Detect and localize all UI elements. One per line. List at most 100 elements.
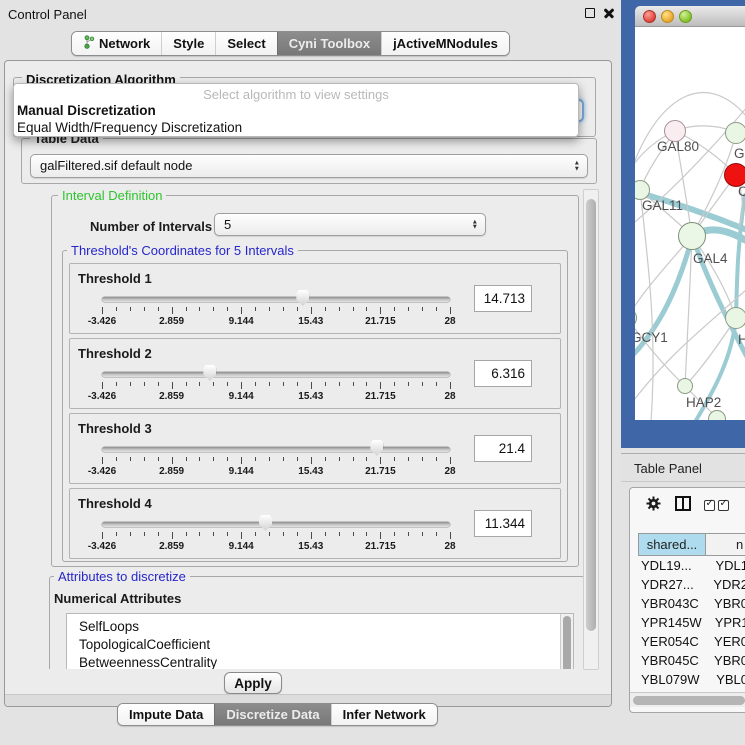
minimize-traffic-light[interactable] [661, 10, 674, 23]
attribute-list-item[interactable]: TopologicalCoefficient [67, 636, 573, 654]
interval-definition-group: Interval Definition Number of Intervals … [51, 195, 579, 567]
scrollbar-thumb[interactable] [633, 696, 745, 705]
checkbox-checked-icon[interactable] [718, 500, 729, 511]
table-cell-shared-name: YDL19... [638, 558, 702, 573]
table-panel-header: Table Panel [621, 453, 745, 482]
tick-label: -3.426 [88, 391, 116, 402]
thresholds-group: Threshold's Coordinates for 5 Intervals … [62, 250, 568, 562]
threshold-value-field[interactable] [474, 435, 532, 462]
scrollbar-thumb[interactable] [563, 616, 571, 669]
table-cell-shared-name: YBL079W [638, 672, 703, 687]
number-of-intervals-value: 5 [224, 217, 231, 232]
network-node[interactable] [678, 222, 706, 250]
slider-thumb[interactable] [296, 290, 309, 306]
table-cell-shared-name: YER054C [638, 634, 701, 649]
tab-style[interactable]: Style [161, 32, 215, 55]
attributes-group-title: Attributes to discretize [54, 569, 190, 584]
threshold-row: Threshold 2-3.4262.8599.14415.4321.71528 [69, 338, 561, 409]
table-row[interactable]: YBR045CYBR0 [638, 651, 745, 670]
algorithm-option-equal-width[interactable]: Equal Width/Frequency Discretization [14, 119, 578, 136]
tab-cyni-toolbox[interactable]: Cyni Toolbox [277, 32, 381, 55]
gear-icon[interactable] [645, 495, 662, 515]
network-window-frame: GAL80GCGAL11GAL4GCY1HHAP2 [621, 0, 745, 448]
network-window-titlebar[interactable] [635, 6, 745, 27]
tick-label: 2.859 [159, 466, 184, 477]
network-node[interactable] [725, 307, 745, 329]
close-panel-icon[interactable] [603, 7, 615, 19]
attributes-group: Attributes to discretize Numerical Attri… [49, 576, 583, 669]
tab-infer-network[interactable]: Infer Network [331, 704, 437, 725]
tab-impute-data[interactable]: Impute Data [118, 704, 214, 725]
scrollbar-thumb[interactable] [586, 199, 596, 631]
slider-thumb[interactable] [203, 365, 216, 381]
numerical-attributes-list[interactable]: SelfLoopsTopologicalCoefficientBetweenne… [66, 613, 574, 669]
apply-button[interactable]: Apply [224, 672, 282, 694]
threshold-value-field[interactable] [474, 360, 532, 387]
slider-tick-labels: -3.4262.8599.14415.4321.71528 [102, 391, 450, 403]
table-row[interactable]: YER054CYER0 [638, 632, 745, 651]
table-row[interactable]: YPR145WYPR1 [638, 613, 745, 632]
network-node-label: GCY1 [635, 330, 668, 345]
number-of-intervals-combo[interactable]: 5 ▲▼ [214, 213, 486, 236]
slider-tick-labels: -3.4262.8599.14415.4321.71528 [102, 541, 450, 553]
threshold-label: Threshold 4 [78, 496, 152, 511]
tick-label: -3.426 [88, 316, 116, 327]
column-header-name[interactable]: n [706, 534, 745, 555]
table-data-combo-value: galFiltered.sif default node [40, 158, 192, 173]
table-row[interactable]: YBL079WYBL0 [638, 670, 745, 689]
column-header-shared-name[interactable]: shared... [639, 534, 706, 555]
tick-label: 21.715 [365, 541, 396, 552]
table-cell-name: YPR1 [702, 615, 745, 630]
attributes-list-scrollbar[interactable] [560, 614, 573, 669]
split-columns-icon[interactable] [675, 496, 691, 514]
settings-vertical-scrollbar[interactable] [583, 189, 599, 670]
network-canvas[interactable]: GAL80GCGAL11GAL4GCY1HHAP2 [635, 27, 745, 420]
slider-ticks [102, 307, 450, 316]
zoom-traffic-light[interactable] [679, 10, 692, 23]
slider-thumb[interactable] [370, 440, 383, 456]
table-row[interactable]: YDR27...YDR2 [638, 575, 745, 594]
checkbox-checked-icon[interactable] [704, 500, 715, 511]
float-window-icon[interactable] [585, 8, 595, 18]
threshold-value-field[interactable] [474, 285, 532, 312]
tick-label: 21.715 [365, 316, 396, 327]
tab-jactivemnodules[interactable]: jActiveMNodules [381, 32, 509, 55]
network-node[interactable] [677, 378, 693, 394]
network-node[interactable] [725, 122, 745, 144]
numerical-attributes-label: Numerical Attributes [54, 591, 181, 606]
tab-impute-data-label: Impute Data [129, 707, 203, 722]
tab-discretize-data[interactable]: Discretize Data [214, 704, 330, 725]
tab-network[interactable]: Network [72, 32, 161, 55]
tab-select-label: Select [227, 36, 265, 51]
tick-label: 15.43 [298, 541, 323, 552]
table-horizontal-scrollbar[interactable] [630, 692, 745, 707]
tab-cyni-toolbox-label: Cyni Toolbox [289, 36, 370, 51]
slider-track [102, 447, 450, 452]
slider-thumb[interactable] [259, 515, 272, 531]
attribute-list-item[interactable]: SelfLoops [67, 618, 573, 636]
algorithm-option-manual[interactable]: Manual Discretization [14, 102, 578, 119]
column-visibility-checkboxes[interactable] [704, 500, 729, 511]
threshold-value-field[interactable] [474, 510, 532, 537]
table-row[interactable]: YBR043CYBR0 [638, 594, 745, 613]
attribute-list-item[interactable]: BetweennessCentrality [67, 654, 573, 669]
table-row[interactable]: YIL052CYIL0 [638, 708, 745, 713]
tab-select[interactable]: Select [215, 32, 276, 55]
tick-label: 21.715 [365, 466, 396, 477]
cyni-toolbox-panel: Discretization Algorithm Select algorith… [4, 60, 612, 707]
table-cell-shared-name: YDR27... [638, 577, 700, 592]
network-node-label: H [738, 332, 745, 347]
table-row[interactable]: YDL19...YDL1 [638, 556, 745, 575]
network-node-label: HAP2 [686, 395, 721, 410]
close-traffic-light[interactable] [643, 10, 656, 23]
table-cell-shared-name: YBR045C [638, 653, 701, 668]
spinner-arrows-icon: ▲▼ [574, 161, 580, 172]
algorithm-placeholder-option[interactable]: Select algorithm to view settings [14, 84, 578, 102]
table-column-headers: shared... n [638, 533, 745, 556]
table-data-combo[interactable]: galFiltered.sif default node ▲▼ [30, 154, 588, 178]
threshold-label: Threshold 1 [78, 271, 152, 286]
slider-ticks [102, 382, 450, 391]
tick-label: 2.859 [159, 391, 184, 402]
table-rows: YDL19...YDL1YDR27...YDR2YBR043CYBR0YPR14… [638, 556, 745, 713]
threshold-rows: Threshold 1 -3.4262.8599.14415.4321.71528… [69, 263, 561, 563]
